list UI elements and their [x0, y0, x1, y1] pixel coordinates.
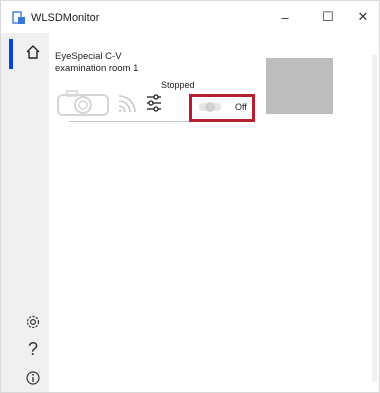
scrollbar[interactable]: [372, 55, 377, 381]
highlight-box: [189, 94, 255, 122]
device-preview-image: [266, 58, 333, 114]
app-icon: [12, 11, 26, 25]
sidebar: ?: [1, 33, 49, 392]
sidebar-item-settings[interactable]: [22, 311, 44, 333]
home-icon: [26, 45, 40, 59]
device-name-line2: examination room 1: [55, 63, 139, 74]
minimize-button[interactable]: –: [263, 1, 307, 33]
close-button[interactable]: ✕: [341, 1, 380, 33]
camera-icon: [57, 90, 109, 116]
info-icon: [26, 371, 40, 385]
gear-icon: [26, 315, 40, 329]
title-bar: WLSDMonitor – ☐ ✕: [1, 1, 379, 33]
sidebar-item-about[interactable]: [22, 367, 44, 389]
wireless-signal-icon: [118, 95, 136, 113]
question-icon: ?: [27, 338, 38, 359]
sidebar-item-help[interactable]: ?: [22, 338, 44, 360]
window-title: WLSDMonitor: [31, 12, 100, 24]
device-name-line1: EyeSpecial C-V: [55, 51, 122, 62]
sliders-settings-icon[interactable]: [145, 93, 163, 113]
sidebar-item-home[interactable]: [1, 35, 49, 69]
active-indicator: [9, 39, 13, 69]
app-window: WLSDMonitor – ☐ ✕ ? EyeSpecial C-V exami…: [0, 0, 380, 393]
device-name: EyeSpecial C-V examination room 1: [55, 51, 138, 75]
